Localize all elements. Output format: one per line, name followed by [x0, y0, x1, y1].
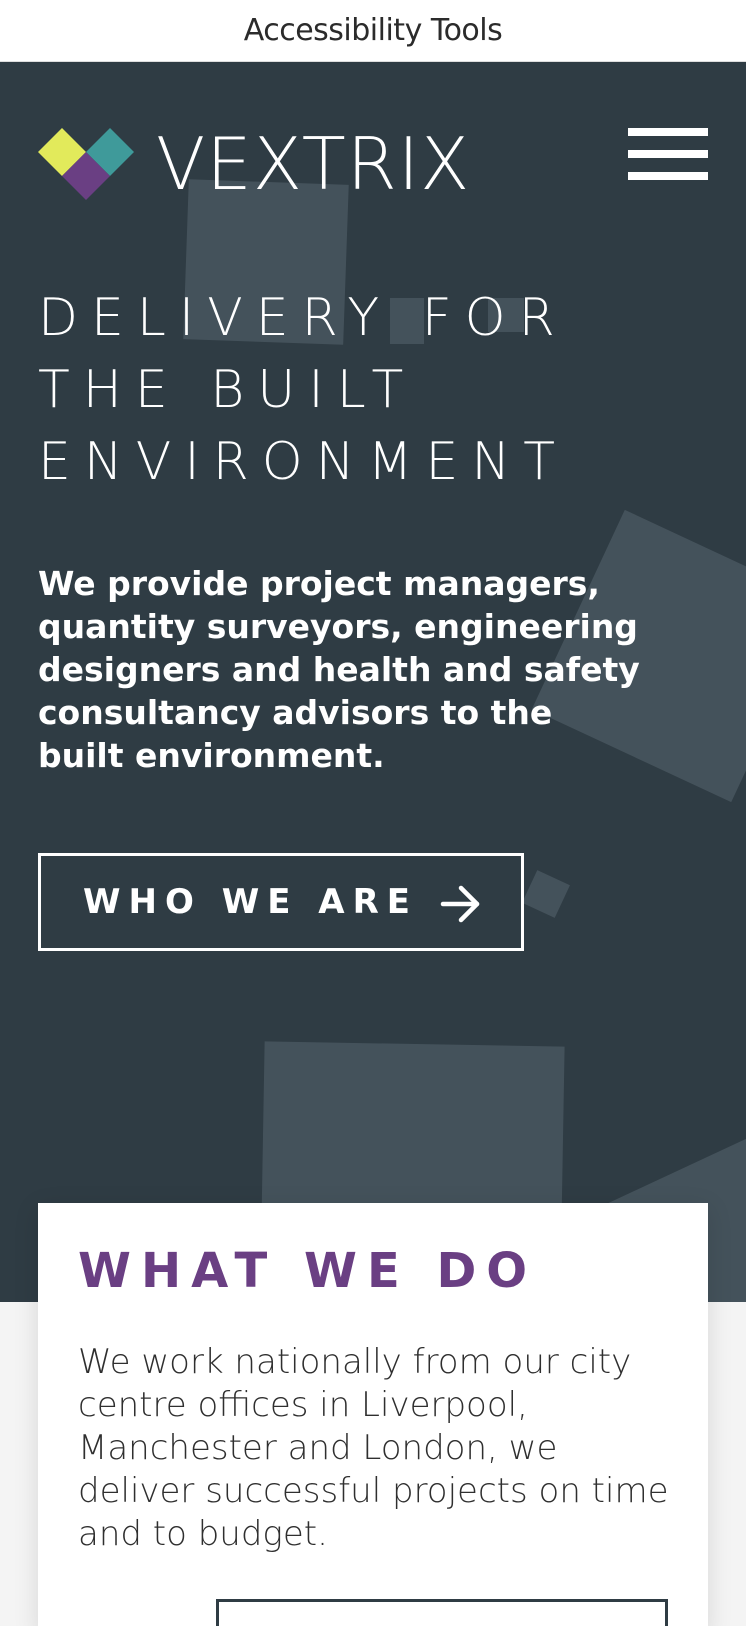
brand-name: VEXTRIX: [156, 122, 471, 206]
accessibility-tools-bar[interactable]: Accessibility Tools: [0, 0, 746, 62]
hero-title-line: DELIVERY FOR: [38, 288, 568, 348]
what-we-do-text: We work nationally from our city centre …: [78, 1342, 669, 1554]
arrow-right-icon: [440, 885, 480, 923]
who-we-are-button[interactable]: WHO WE ARE: [38, 853, 524, 951]
accessibility-tools-label[interactable]: Accessibility Tools: [244, 13, 503, 48]
logo-diamonds-icon: [38, 128, 134, 200]
menu-bar: [628, 150, 708, 158]
hero-title: DELIVERY FOR THE BUILT ENVIRONMENT: [38, 282, 718, 498]
hero-section: VEXTRIX DELIVERY FOR THE BUILT ENVIRONME…: [0, 62, 746, 1302]
menu-bar: [628, 128, 708, 136]
what-we-do-button[interactable]: [216, 1599, 668, 1626]
decorative-square: [522, 870, 570, 918]
brand-logo[interactable]: VEXTRIX: [38, 122, 471, 206]
hero-subtitle: We provide project managers, quantity su…: [38, 564, 640, 775]
hero-title-line: THE BUILT: [38, 360, 417, 420]
what-we-do-card: WHAT WE DO We work nationally from our c…: [38, 1203, 708, 1626]
what-we-do-title: WHAT WE DO: [78, 1243, 538, 1299]
hero-title-line: ENVIRONMENT: [38, 432, 569, 492]
who-we-are-label: WHO WE ARE: [83, 882, 418, 922]
menu-bar: [628, 172, 708, 180]
hamburger-menu-icon[interactable]: [628, 128, 708, 180]
